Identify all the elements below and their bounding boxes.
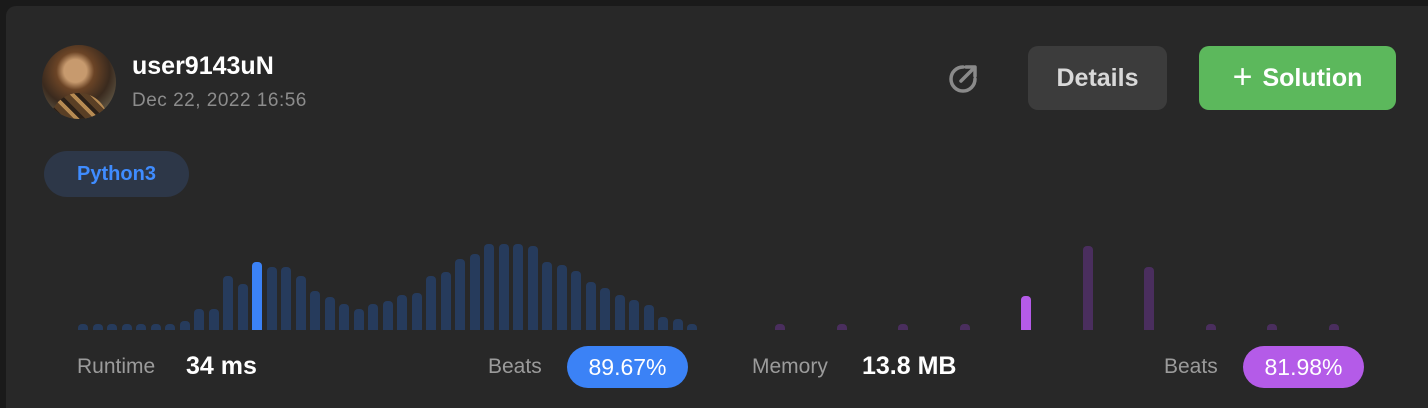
- runtime-distribution-bar[interactable]: [310, 291, 320, 330]
- runtime-distribution-bar[interactable]: [165, 323, 175, 330]
- memory-distribution-bar[interactable]: [836, 323, 847, 330]
- runtime-distribution-bar[interactable]: [92, 323, 103, 330]
- memory-beats-badge: 81.98%: [1243, 346, 1364, 388]
- username[interactable]: user9143uN: [132, 52, 274, 81]
- memory-distribution-bar[interactable]: [898, 323, 908, 330]
- runtime-distribution-bar[interactable]: [411, 293, 422, 330]
- runtime-distribution-bar[interactable]: [513, 244, 523, 330]
- runtime-distribution-bar[interactable]: [455, 258, 465, 330]
- plus-icon: +: [1232, 57, 1253, 96]
- runtime-distribution-bar[interactable]: [672, 318, 683, 330]
- runtime-beats-badge: 89.67%: [567, 346, 688, 388]
- runtime-distribution-bar[interactable]: [295, 275, 306, 330]
- runtime-distribution-bar[interactable]: [397, 294, 407, 330]
- language-tag[interactable]: Python3: [44, 151, 189, 197]
- runtime-distribution-bar[interactable]: [600, 287, 610, 330]
- memory-label: Memory: [752, 355, 828, 378]
- runtime-distribution-bar[interactable]: [353, 308, 364, 330]
- runtime-beats-label: Beats: [488, 355, 542, 378]
- runtime-distribution-bar[interactable]: [252, 262, 262, 330]
- runtime-distribution-bar[interactable]: [658, 317, 668, 330]
- runtime-distribution-bar[interactable]: [194, 308, 204, 330]
- share-icon[interactable]: [944, 60, 982, 98]
- runtime-distribution-bar[interactable]: [324, 297, 335, 330]
- runtime-distribution-bar[interactable]: [571, 270, 581, 330]
- runtime-distribution-bar[interactable]: [484, 244, 494, 330]
- runtime-label: Runtime: [77, 355, 156, 378]
- memory-distribution-bar[interactable]: [1328, 323, 1339, 330]
- runtime-value: 34 ms: [186, 352, 257, 380]
- submission-timestamp: Dec 22, 2022 16:56: [132, 90, 307, 111]
- runtime-distribution-bar[interactable]: [643, 305, 654, 330]
- runtime-distribution-bar[interactable]: [629, 299, 639, 330]
- solution-label: Solution: [1262, 63, 1363, 92]
- runtime-distribution-bar[interactable]: [556, 264, 567, 330]
- add-solution-button[interactable]: + Solution: [1199, 46, 1396, 110]
- runtime-distribution-bar[interactable]: [223, 275, 233, 330]
- runtime-distribution-bar[interactable]: [266, 267, 277, 330]
- runtime-distribution-bar[interactable]: [78, 323, 88, 330]
- runtime-distribution-bar[interactable]: [440, 272, 451, 330]
- runtime-distribution-bar[interactable]: [585, 281, 596, 330]
- memory-distribution-bar[interactable]: [1144, 267, 1154, 330]
- memory-distribution-bar[interactable]: [1205, 323, 1216, 330]
- memory-distribution-chart: [775, 240, 1345, 330]
- details-label: Details: [1056, 63, 1139, 92]
- runtime-distribution-bar[interactable]: [107, 323, 117, 330]
- runtime-distribution-bar[interactable]: [150, 323, 161, 330]
- runtime-distribution-bar[interactable]: [426, 275, 436, 330]
- runtime-distribution-bar[interactable]: [281, 267, 291, 330]
- runtime-distribution-bar[interactable]: [469, 254, 480, 330]
- memory-distribution-bar[interactable]: [775, 323, 785, 330]
- user-avatar[interactable]: [42, 45, 116, 119]
- memory-distribution-bar[interactable]: [1021, 295, 1031, 330]
- runtime-distribution-bar[interactable]: [136, 323, 146, 330]
- runtime-distribution-bar[interactable]: [614, 294, 625, 330]
- memory-distribution-bar[interactable]: [1082, 245, 1093, 330]
- runtime-distribution-bar[interactable]: [498, 244, 509, 330]
- memory-beats-label: Beats: [1164, 355, 1218, 378]
- runtime-distribution-chart: [78, 240, 697, 330]
- runtime-distribution-bar[interactable]: [527, 245, 538, 330]
- memory-distribution-bar[interactable]: [959, 323, 970, 330]
- runtime-distribution-bar[interactable]: [121, 323, 132, 330]
- memory-value: 13.8 MB: [862, 352, 957, 380]
- runtime-distribution-bar[interactable]: [179, 321, 190, 330]
- runtime-distribution-bar[interactable]: [237, 284, 248, 330]
- runtime-distribution-bar[interactable]: [382, 300, 393, 330]
- runtime-distribution-bar[interactable]: [208, 308, 219, 330]
- runtime-distribution-bar[interactable]: [368, 304, 378, 330]
- details-button[interactable]: Details: [1028, 46, 1167, 110]
- runtime-distribution-bar[interactable]: [542, 262, 552, 330]
- memory-distribution-bar[interactable]: [1267, 323, 1277, 330]
- runtime-distribution-bar[interactable]: [339, 304, 349, 330]
- runtime-distribution-bar[interactable]: [687, 323, 697, 330]
